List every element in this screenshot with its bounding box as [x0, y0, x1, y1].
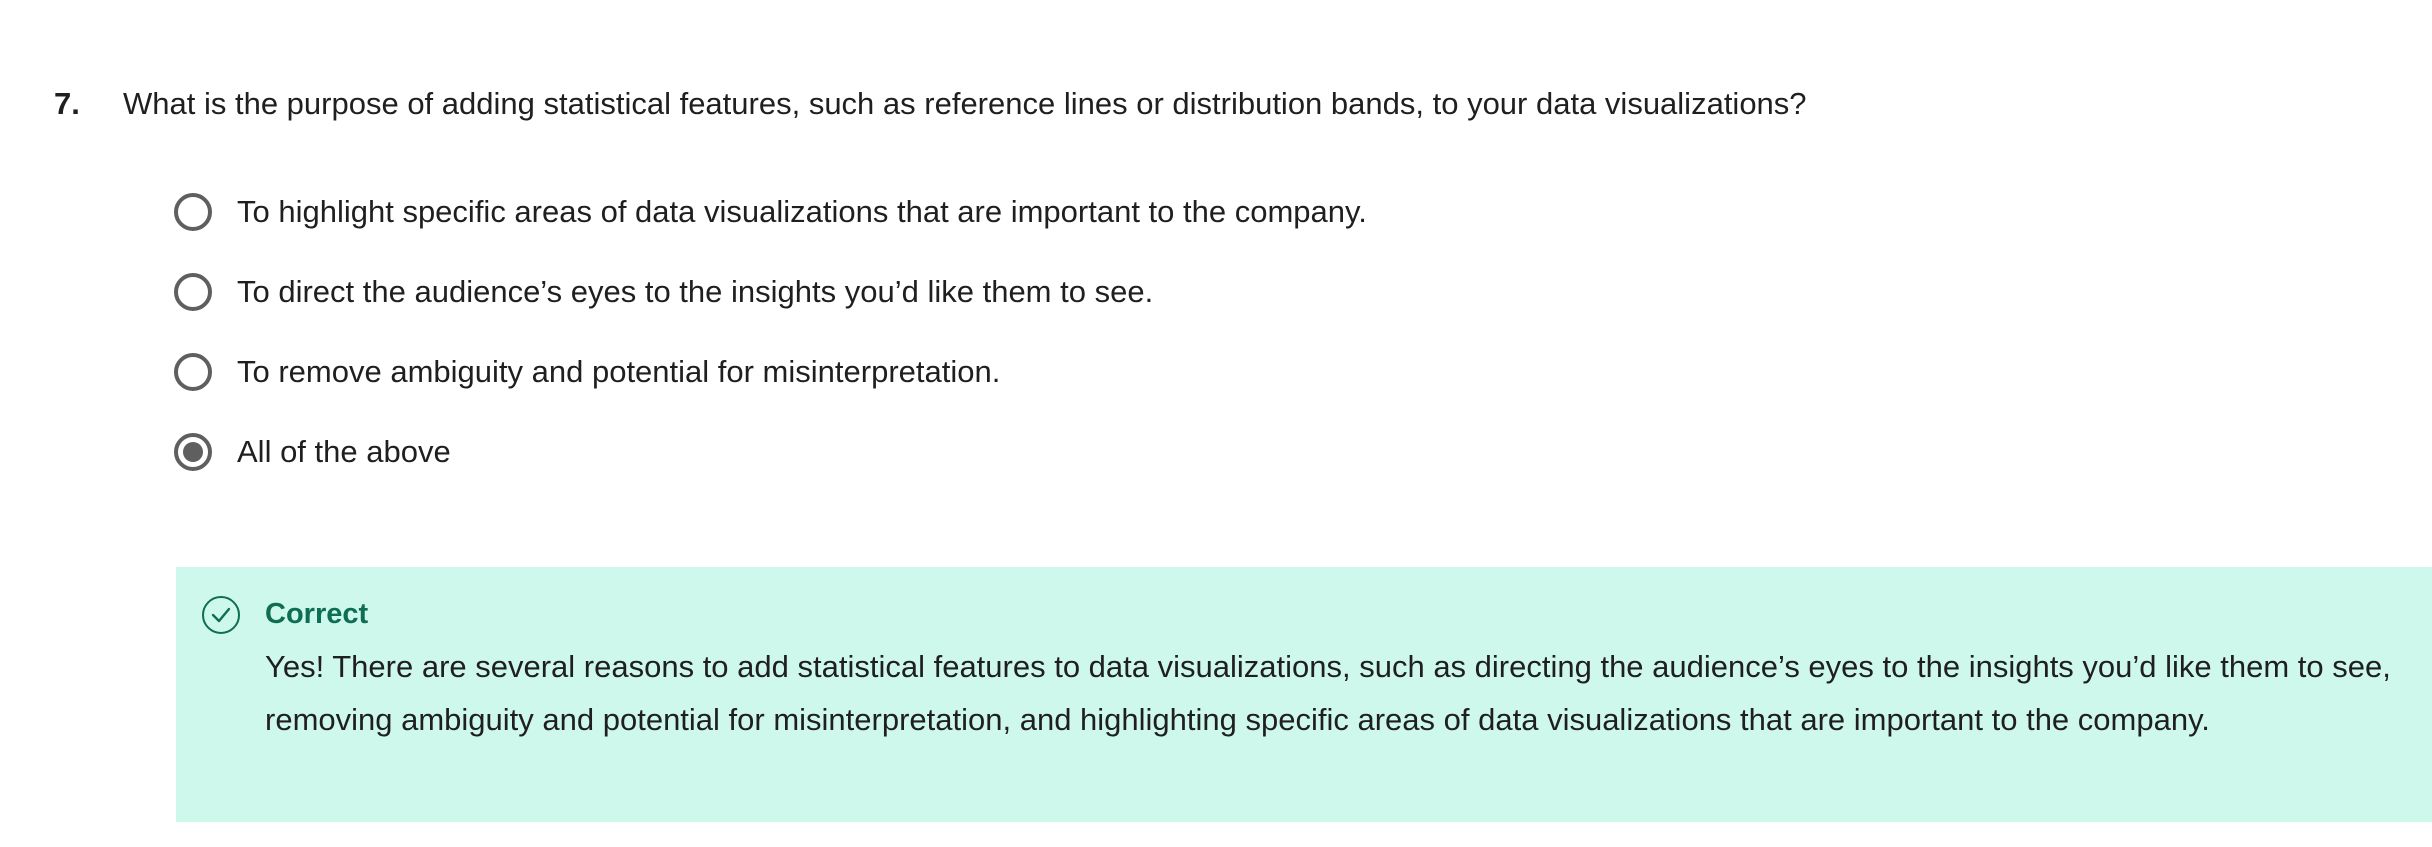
answer-option-4[interactable]: All of the above: [174, 412, 1367, 492]
answer-option-label: To remove ambiguity and potential for mi…: [237, 354, 1001, 389]
answer-option-1[interactable]: To highlight specific areas of data visu…: [174, 172, 1367, 252]
answer-option-label: All of the above: [237, 434, 451, 469]
feedback-title: Correct: [265, 598, 369, 630]
answer-option-label: To highlight specific areas of data visu…: [237, 194, 1367, 229]
check-circle-icon: [202, 596, 240, 634]
checkmark-icon: [211, 607, 231, 623]
feedback-panel: Correct Yes! There are several reasons t…: [176, 567, 2432, 822]
radio-button-icon[interactable]: [174, 273, 212, 311]
quiz-question: 7. What is the purpose of adding statist…: [54, 82, 2432, 822]
answer-option-3[interactable]: To remove ambiguity and potential for mi…: [174, 332, 1367, 412]
question-text: What is the purpose of adding statistica…: [123, 86, 1807, 121]
answer-options: To highlight specific areas of data visu…: [174, 172, 1367, 492]
radio-button-selected-icon[interactable]: [174, 433, 212, 471]
question-header: 7. What is the purpose of adding statist…: [54, 82, 2394, 126]
radio-button-icon[interactable]: [174, 193, 212, 231]
answer-option-2[interactable]: To direct the audience’s eyes to the ins…: [174, 252, 1367, 332]
radio-button-icon[interactable]: [174, 353, 212, 391]
question-number: 7.: [54, 86, 80, 121]
answer-option-label: To direct the audience’s eyes to the ins…: [237, 274, 1154, 309]
feedback-text: Yes! There are several reasons to add st…: [265, 649, 2391, 737]
